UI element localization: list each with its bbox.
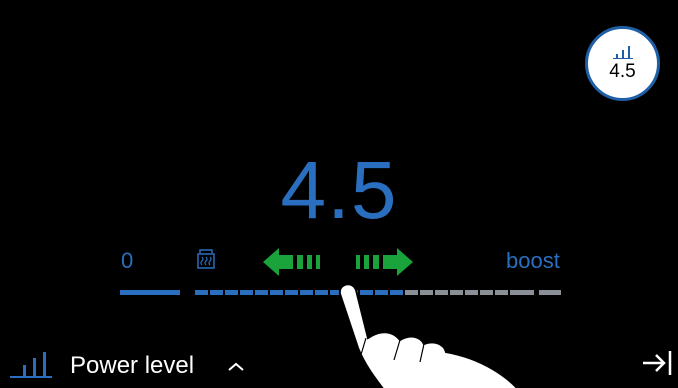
power-level-value: 4.5 bbox=[280, 145, 398, 236]
slider-segment bbox=[225, 290, 238, 295]
scale-min-label: 0 bbox=[121, 248, 134, 273]
slider-segment bbox=[270, 290, 283, 295]
badge-power-value: 4.5 bbox=[609, 60, 636, 82]
power-bars-icon bbox=[10, 352, 52, 378]
slider-segment bbox=[285, 290, 298, 295]
slider-segment bbox=[120, 290, 180, 295]
pot-icon[interactable] bbox=[196, 248, 216, 270]
chevron-up-icon[interactable] bbox=[228, 362, 244, 372]
power-level-label[interactable]: Power level bbox=[70, 352, 194, 380]
slider-segment bbox=[240, 290, 253, 295]
power-level-screen: 4.5 4.5 0 boost Power level bbox=[0, 0, 678, 388]
slider-segment bbox=[539, 290, 561, 295]
pointing-hand-overlay bbox=[338, 283, 519, 388]
decrease-power-button[interactable] bbox=[263, 247, 321, 277]
exit-icon[interactable] bbox=[640, 348, 674, 378]
slider-segment bbox=[210, 290, 223, 295]
slider-segment bbox=[300, 290, 313, 295]
power-level-badge[interactable]: 4.5 bbox=[585, 26, 660, 101]
power-bars-icon bbox=[612, 45, 633, 59]
slider-segment bbox=[255, 290, 268, 295]
slider-segment bbox=[195, 290, 208, 295]
increase-power-button[interactable] bbox=[355, 247, 413, 277]
scale-max-label: boost bbox=[506, 248, 560, 273]
